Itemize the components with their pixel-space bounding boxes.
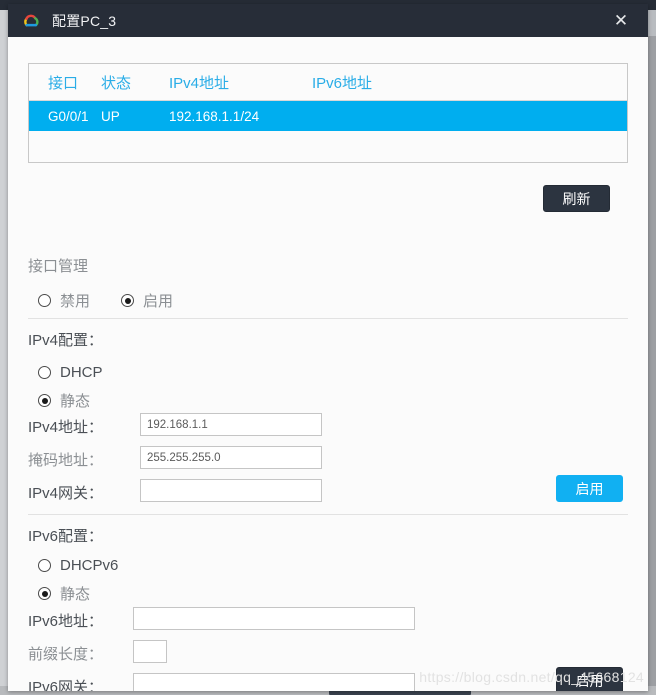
ipv4-gateway-label: IPv4网关： [28,485,104,502]
ipv4-mask-label: 掩码地址： [28,452,104,469]
ipv6-prefix-length-input[interactable] [133,640,167,663]
radio-ipv4-dhcp[interactable]: DHCP [38,364,103,381]
cloud-icon [24,14,39,26]
column-header-interface: 接口 [48,74,79,92]
radio-circle-icon [38,394,51,407]
configure-pc-dialog: 配置PC_3 ✕ 接口 状态 IPv4地址 IPv6地址 G0/0/1 UP 1… [8,4,648,691]
ipv4-gateway-label-wrap: IPv4网关： [28,482,103,503]
ipv6-gateway-label-wrap: IPv6网关： [28,676,103,691]
close-icon[interactable]: ✕ [604,4,638,37]
radio-label: 禁用 [60,293,91,310]
ipv6-address-label-wrap: IPv6地址： [28,610,103,631]
radio-circle-icon [38,559,51,572]
radio-label: 静态 [60,586,91,603]
desktop-backdrop-right [648,36,656,695]
radio-circle-icon [38,366,51,379]
watermark: https://blog.csdn.net/qq_45668124 [419,669,644,685]
refresh-button[interactable]: 刷新 [543,185,610,212]
ipv4-mask-label-wrap: 掩码地址： [28,449,103,470]
column-header-ipv6: IPv6地址 [312,74,373,92]
ipv6-prefix-label: 前缀长度： [28,646,104,663]
ipv6-section-label: IPv6配置： [28,528,104,545]
radio-label: 启用 [143,293,174,310]
table-row[interactable]: G0/0/1 UP 192.168.1.1/24 [29,101,627,131]
radio-ipv4-static[interactable]: 静态 [38,390,90,411]
ipv6-gateway-input[interactable] [133,673,415,691]
ipv4-address-input[interactable] [140,413,322,436]
cell-ipv4: 192.168.1.1/24 [169,108,260,124]
radio-ipv6-static[interactable]: 静态 [38,583,90,604]
dialog-titlebar: 配置PC_3 ✕ [8,4,648,37]
radio-circle-icon [121,294,134,307]
interface-mgmt-label: 接口管理 [28,258,89,275]
divider [28,514,628,515]
ipv6-address-label: IPv6地址： [28,613,104,630]
cell-status: UP [101,108,120,124]
ipv6-address-input[interactable] [133,607,415,630]
radio-circle-icon [38,294,51,307]
radio-label: DHCP [60,364,103,381]
divider [28,318,628,319]
table-empty-area [29,131,627,162]
ipv4-address-label: IPv4地址： [28,419,104,436]
ipv4-address-label-wrap: IPv4地址： [28,416,103,437]
table-header-row: 接口 状态 IPv4地址 IPv6地址 [29,64,627,101]
radio-interface-enable[interactable]: 启用 [121,290,173,311]
ipv6-gateway-label: IPv6网关： [28,679,104,691]
cell-interface: G0/0/1 [48,108,89,124]
ipv6-prefix-label-wrap: 前缀长度： [28,643,103,664]
ipv4-gateway-input[interactable] [140,479,322,502]
column-header-status: 状态 [101,74,132,92]
dialog-body: 接口 状态 IPv4地址 IPv6地址 G0/0/1 UP 192.168.1.… [8,37,648,691]
ipv4-mask-input[interactable] [140,446,322,469]
column-header-ipv4: IPv4地址 [169,74,230,92]
radio-label: DHCPv6 [60,557,119,574]
radio-circle-icon [38,587,51,600]
radio-interface-disable[interactable]: 禁用 [38,290,90,311]
interface-table: 接口 状态 IPv4地址 IPv6地址 G0/0/1 UP 192.168.1.… [28,63,628,163]
desktop-backdrop-left [0,10,8,695]
radio-label: 静态 [60,393,91,410]
radio-ipv6-dhcpv6[interactable]: DHCPv6 [38,557,118,574]
screen: ︿ 配置PC_3 ✕ 接口 状态 IPv4地址 IPv6 [0,0,656,695]
dialog-title: 配置PC_3 [52,12,117,29]
desktop-backdrop-left-dark [0,0,8,10]
ipv4-section-label: IPv4配置： [28,332,104,349]
ipv4-apply-button[interactable]: 启用 [556,475,623,502]
